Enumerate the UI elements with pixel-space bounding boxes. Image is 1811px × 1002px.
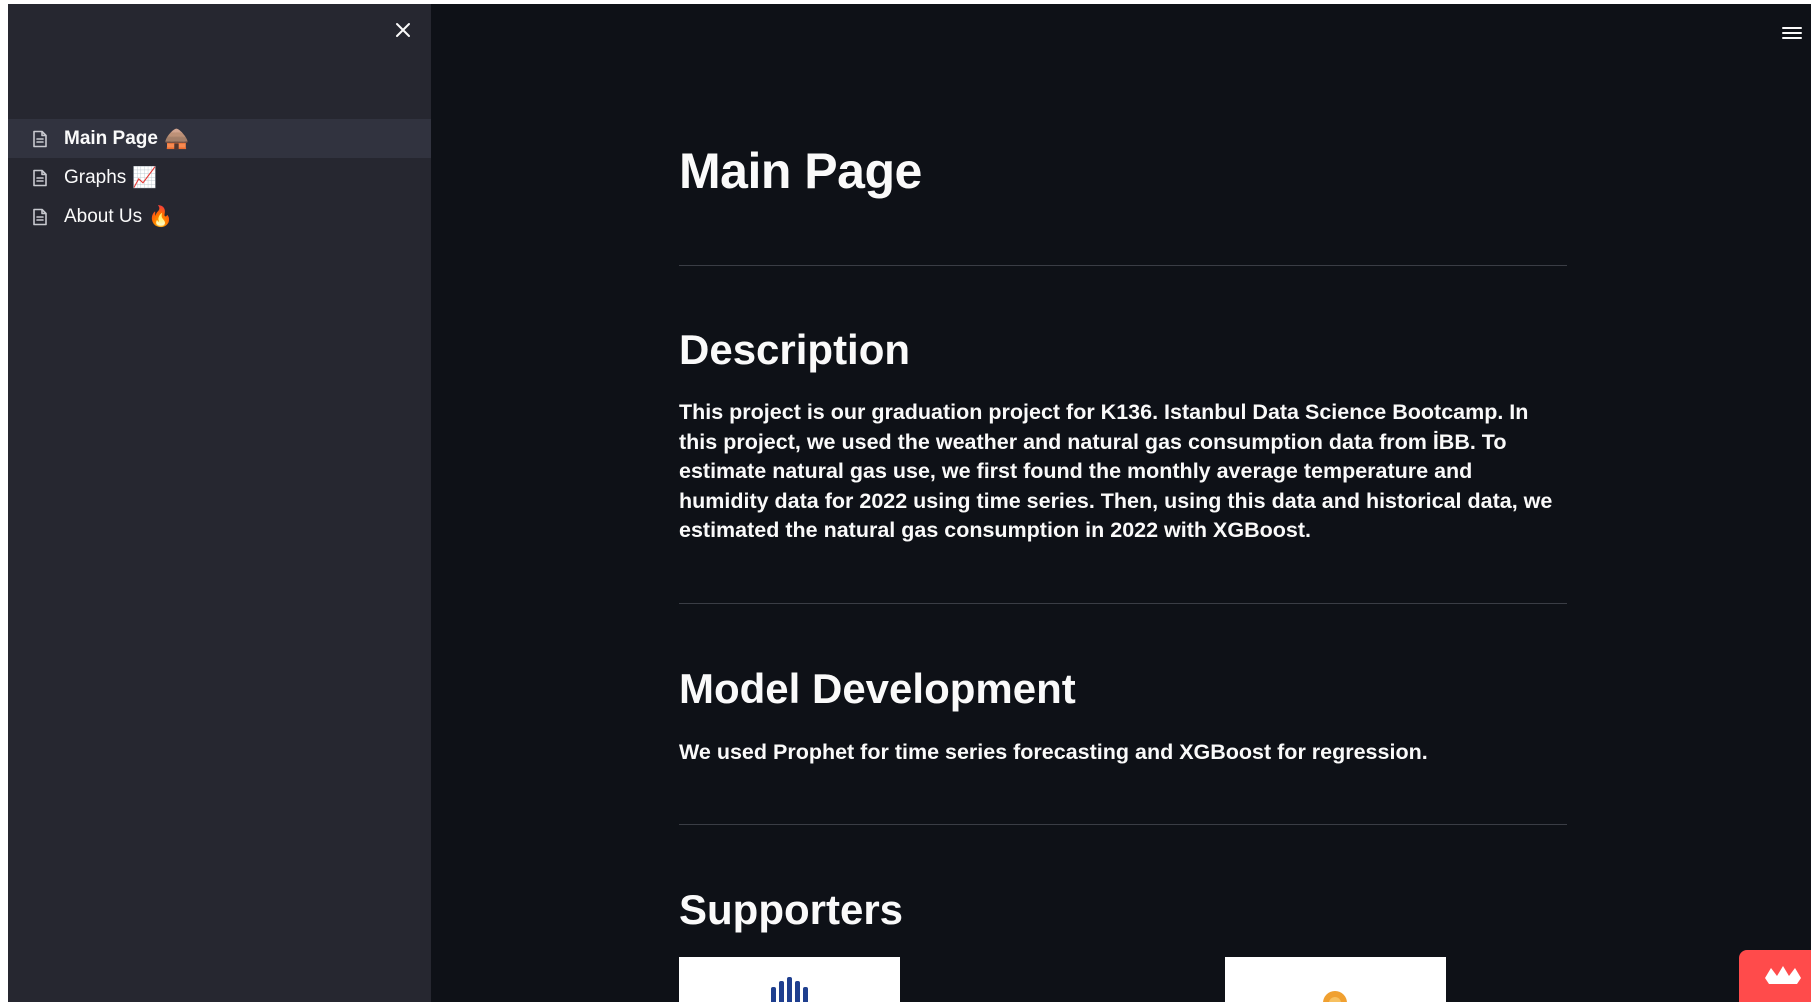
sidebar: Main Page 🛖 Graphs 📈 About Us 🔥: [8, 4, 431, 1002]
supporter-logo-second: [1225, 957, 1446, 1002]
divider: [679, 603, 1567, 604]
chart-increasing-emoji-icon: 📈: [132, 167, 158, 189]
page-icon: [30, 168, 50, 188]
page-icon: [30, 129, 50, 149]
crown-icon: [1765, 966, 1801, 984]
supporters-heading: Supporters: [679, 886, 904, 933]
close-sidebar-button[interactable]: [391, 18, 415, 42]
model-development-heading: Model Development: [679, 665, 1076, 712]
fire-emoji-icon: 🔥: [148, 206, 174, 228]
description-heading: Description: [679, 326, 911, 373]
model-development-text: We used Prophet for time series forecast…: [679, 740, 1428, 764]
main-menu-button[interactable]: [1780, 22, 1804, 44]
hamburger-menu-icon: [1782, 27, 1802, 39]
close-icon: [396, 23, 410, 37]
divider: [679, 265, 1567, 266]
page-icon: [30, 207, 50, 227]
sidebar-item-main-page[interactable]: Main Page 🛖: [8, 119, 431, 158]
sidebar-item-label: Main Page: [64, 127, 158, 149]
sidebar-item-label: About Us: [64, 205, 143, 227]
sidebar-item-about-us[interactable]: About Us 🔥: [8, 197, 431, 236]
supporter-logo-icon: [1323, 991, 1347, 1002]
page-title: Main Page: [679, 143, 922, 199]
supporter-logo-ibb: [679, 957, 900, 1002]
divider: [679, 824, 1567, 825]
sidebar-item-label: Graphs: [64, 166, 127, 188]
sidebar-item-graphs[interactable]: Graphs 📈: [8, 158, 431, 197]
sidebar-nav: Main Page 🛖 Graphs 📈 About Us 🔥: [8, 119, 431, 236]
hut-emoji-icon: 🛖: [163, 128, 189, 150]
ibb-logo-icon: [771, 977, 808, 1002]
streamlit-badge[interactable]: [1739, 950, 1811, 1002]
description-text: This project is our graduation project f…: [679, 400, 1553, 542]
app-window: Main Page 🛖 Graphs 📈 About Us 🔥 Main Pag…: [8, 4, 1811, 1002]
